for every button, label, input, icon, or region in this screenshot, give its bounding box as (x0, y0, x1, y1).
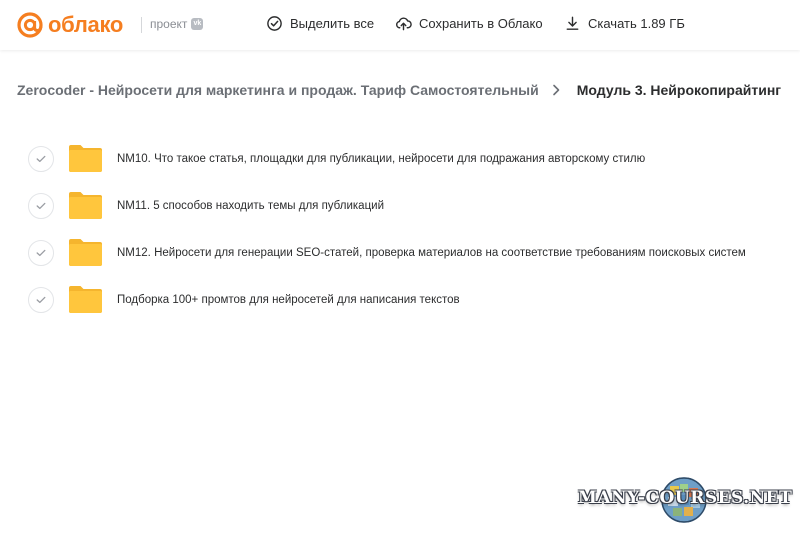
check-circle-icon (267, 16, 282, 31)
save-to-cloud-button[interactable]: Сохранить в Облако (395, 15, 543, 32)
folder-list: NM10. Что такое статья, площадки для пуб… (28, 135, 788, 323)
folder-row[interactable]: NM10. Что такое статья, площадки для пуб… (28, 135, 788, 182)
header-divider (141, 17, 142, 33)
project-text: проект (150, 17, 188, 31)
cloud-logo[interactable]: облако (16, 10, 123, 40)
select-checkbox[interactable] (28, 145, 54, 172)
folder-name[interactable]: NM10. Что такое статья, площадки для пуб… (117, 153, 645, 165)
select-checkbox[interactable] (28, 286, 54, 313)
folder-icon (69, 286, 102, 313)
download-label: Скачать 1.89 ГБ (588, 16, 685, 31)
save-label: Сохранить в Облако (419, 16, 543, 31)
folder-icon (69, 239, 102, 266)
select-all-label: Выделить все (290, 16, 375, 31)
checkmark-icon (36, 249, 46, 256)
cloud-upload-icon (396, 17, 412, 31)
folder-name[interactable]: NM11. 5 способов находить темы для публи… (117, 200, 384, 212)
chevron-right-icon (552, 84, 560, 96)
checkmark-icon (36, 296, 46, 303)
breadcrumb-current: Модуль 3. Нейрокопирайтинг (576, 82, 782, 98)
checkmark-icon (36, 155, 46, 162)
logo-text: облако (48, 12, 124, 37)
select-checkbox[interactable] (28, 192, 54, 219)
project-label: проект vk (150, 17, 204, 31)
watermark-text: MANY-COURSES.NET (578, 488, 793, 508)
top-bar: облако проект vk Выделить все Сохранить … (0, 0, 800, 50)
at-sign-logo-icon (17, 12, 43, 38)
breadcrumb-parent-link[interactable]: Zerocoder - Нейросети для маркетинга и п… (17, 82, 539, 98)
folder-icon (69, 192, 102, 219)
select-checkbox[interactable] (28, 239, 54, 266)
folder-row[interactable]: NM11. 5 способов находить темы для публи… (28, 182, 788, 229)
folder-row[interactable]: NM12. Нейросети для генерации SEO-статей… (28, 229, 788, 276)
select-all-button[interactable]: Выделить все (266, 15, 374, 32)
folder-name[interactable]: Подборка 100+ промтов для нейросетей для… (117, 294, 460, 306)
download-button[interactable]: Скачать 1.89 ГБ (564, 15, 685, 32)
breadcrumb: Zerocoder - Нейросети для маркетинга и п… (17, 82, 781, 98)
vk-badge-icon: vk (191, 18, 204, 30)
folder-row[interactable]: Подборка 100+ промтов для нейросетей для… (28, 276, 788, 323)
checkmark-icon (36, 202, 46, 209)
download-icon (566, 16, 579, 30)
folder-name[interactable]: NM12. Нейросети для генерации SEO-статей… (117, 247, 746, 259)
folder-icon (69, 145, 102, 172)
